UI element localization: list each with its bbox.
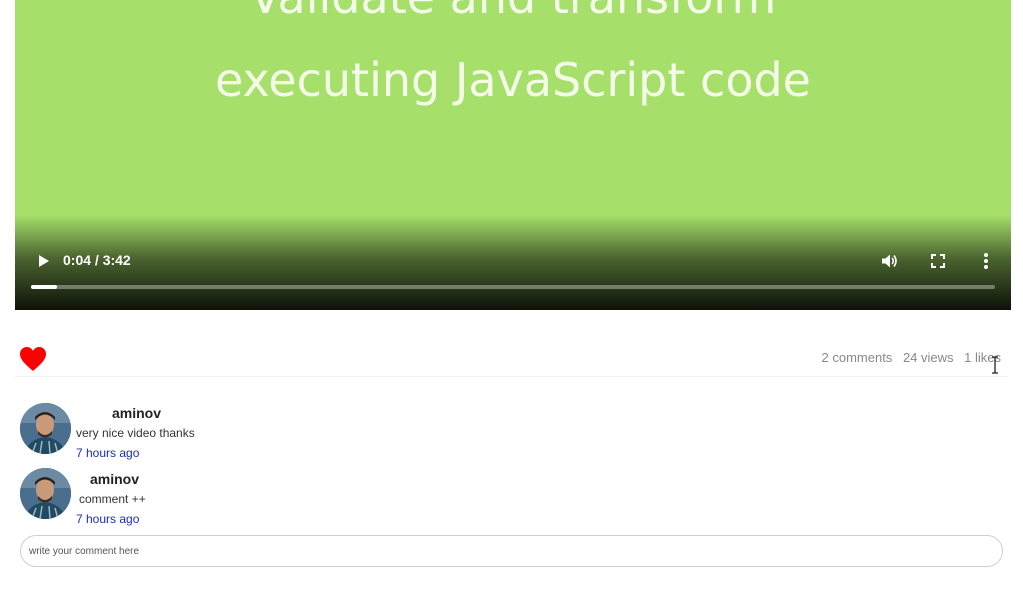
comment-input[interactable]	[20, 535, 1003, 567]
play-icon[interactable]	[34, 252, 52, 270]
comment-time: 7 hours ago	[76, 512, 140, 526]
views-count: 24 views	[902, 350, 954, 365]
more-vertical-icon[interactable]	[976, 251, 996, 271]
comment-author[interactable]: aminov	[112, 405, 161, 421]
video-player[interactable]: Validate and transform executing JavaScr…	[15, 0, 1011, 310]
comments-count: 2 comments	[821, 350, 893, 365]
video-controls-overlay	[15, 215, 1011, 310]
video-stats: 2 comments 24 views 1 likes	[815, 350, 1002, 365]
comment-text: very nice video thanks	[76, 426, 195, 440]
time-display: 0:04 / 3:42	[63, 252, 131, 268]
progress-bar-fill	[31, 285, 58, 289]
comment-text: comment ++	[79, 492, 146, 506]
comment-item: aminov comment ++ 7 hours ago	[20, 468, 320, 528]
heart-icon[interactable]	[19, 346, 47, 372]
comment-author[interactable]: aminov	[90, 471, 139, 487]
volume-icon[interactable]	[879, 251, 899, 271]
text-cursor-icon	[992, 356, 998, 374]
video-caption-top: Validate and transform	[15, 0, 1011, 24]
fullscreen-icon[interactable]	[928, 251, 948, 271]
comment-item: aminov very nice video thanks 7 hours ag…	[20, 403, 320, 463]
divider	[15, 376, 1008, 377]
comment-time: 7 hours ago	[76, 446, 140, 460]
video-caption: executing JavaScript code	[215, 53, 811, 107]
avatar	[20, 403, 71, 454]
progress-bar[interactable]	[31, 285, 995, 289]
avatar	[20, 468, 71, 519]
